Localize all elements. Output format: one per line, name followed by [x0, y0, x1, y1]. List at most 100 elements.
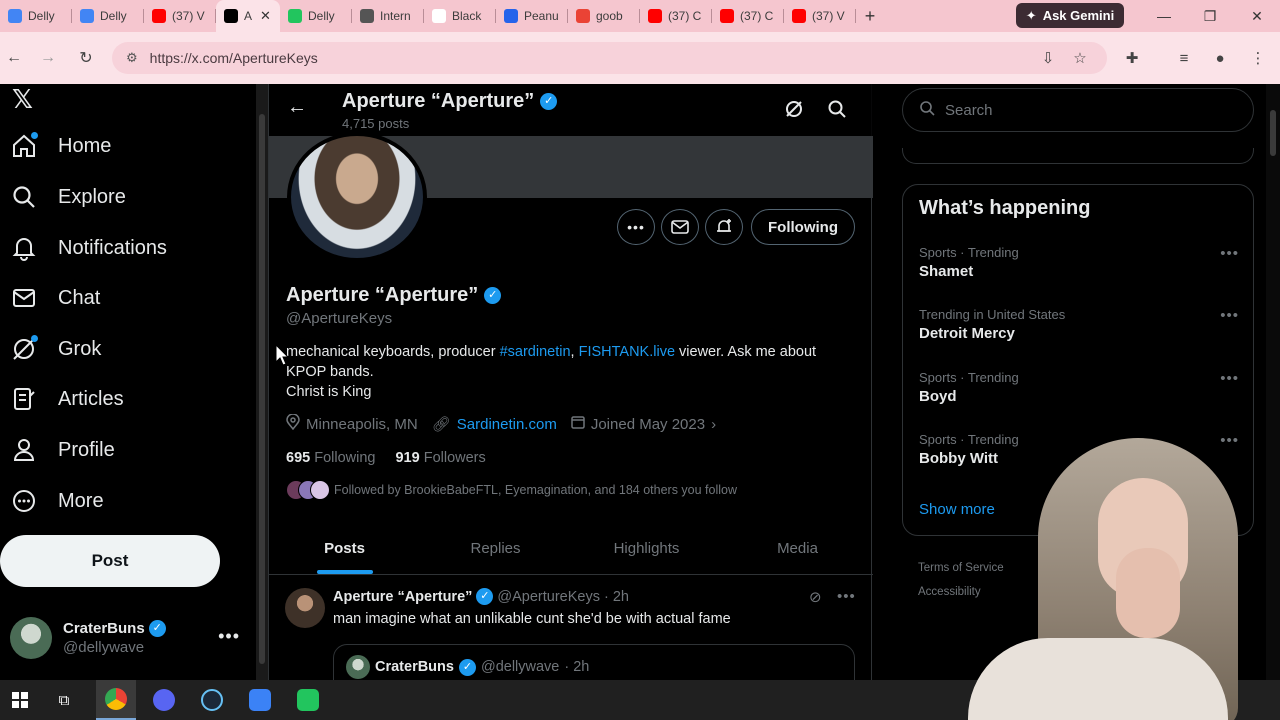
back-arrow-icon[interactable]: ←	[287, 96, 307, 119]
gemini-icon: ✦	[1025, 7, 1037, 23]
browser-tab[interactable]: (37) C	[712, 0, 784, 32]
more-dots-icon[interactable]: •••	[1220, 245, 1239, 262]
browser-tab[interactable]: Peanu	[496, 0, 568, 32]
sidebar-item-articles[interactable]: Articles	[10, 377, 124, 421]
browser-tab[interactable]: Delly	[72, 0, 144, 32]
verified-badge-icon: ✓	[484, 287, 502, 304]
site-settings-icon[interactable]: ⚙	[126, 50, 138, 66]
search-icon[interactable]	[826, 98, 848, 120]
browser-tab[interactable]: A ✕	[216, 0, 280, 32]
following-button[interactable]: Following	[751, 209, 855, 245]
notify-bell-icon[interactable]	[705, 209, 743, 245]
browser-tab[interactable]: (37) V	[144, 0, 216, 32]
grok-icon[interactable]: ⊘	[809, 588, 822, 606]
extensions-icon[interactable]: ✚	[1120, 46, 1144, 70]
tab-media[interactable]: Media	[722, 522, 873, 574]
tweet-time[interactable]: · 2h	[604, 589, 629, 605]
trend-context: Trending in United States	[919, 307, 1066, 322]
browser-tab[interactable]: Delly	[0, 0, 72, 32]
hashtag-link[interactable]: #sardinetin	[500, 344, 571, 360]
forward-icon[interactable]: →	[36, 46, 60, 70]
sidebar-item-more[interactable]: More	[10, 479, 104, 523]
fishtank-link[interactable]: FISHTANK.live	[579, 344, 675, 360]
browser-tab[interactable]: goob	[568, 0, 640, 32]
steam-taskbar-icon[interactable]	[192, 680, 232, 720]
more-dots-icon[interactable]: •••	[1220, 307, 1239, 324]
more-options-icon[interactable]: •••	[617, 209, 655, 245]
trend-item[interactable]: Sports · Trending Boyd •••	[919, 370, 1239, 405]
website-link[interactable]: Sardinetin.com	[457, 416, 557, 433]
tweet[interactable]: Aperture “Aperture” ✓ @ApertureKeys · 2h…	[269, 576, 873, 680]
address-bar[interactable]: ⚙ https://x.com/ApertureKeys	[112, 42, 1107, 74]
tweet-author-name[interactable]: Aperture “Aperture”	[333, 589, 472, 605]
close-tab-icon[interactable]: ✕	[260, 8, 271, 24]
account-handle: @dellywave	[63, 639, 145, 656]
media-controls-icon[interactable]: ≡	[1172, 46, 1196, 70]
profile-bio: mechanical keyboards, producer #sardinet…	[286, 344, 817, 400]
tab-label: Peanu	[524, 9, 559, 23]
tab-posts[interactable]: Posts	[269, 522, 420, 574]
ask-gemini-button[interactable]: ✦ Ask Gemini	[1016, 3, 1124, 28]
tab-label: Delly	[28, 9, 55, 23]
tweet-handle[interactable]: @ApertureKeys	[497, 589, 600, 605]
sidebar-item-grok[interactable]: Grok	[10, 327, 101, 371]
following-stat[interactable]: 695 Following	[286, 450, 375, 466]
followers-stat[interactable]: 919 Followers	[395, 450, 485, 466]
restore-button[interactable]: ❐	[1187, 0, 1233, 32]
message-icon[interactable]	[661, 209, 699, 245]
browser-tab[interactable]: (37) V	[784, 0, 856, 32]
post-button[interactable]: Post	[0, 535, 220, 587]
quoted-tweet[interactable]: CraterBuns ✓ @dellywave · 2h	[333, 644, 855, 680]
sidebar-item-profile[interactable]: Profile	[10, 428, 115, 472]
task-view-icon[interactable]: ⧉	[44, 680, 84, 720]
x-logo-icon[interactable]: 𝕏	[12, 84, 33, 115]
verified-badge-icon: ✓	[148, 620, 166, 637]
trend-topic: Boyd	[919, 388, 957, 405]
browser-menu-icon[interactable]: ⋮	[1246, 46, 1270, 70]
browser-tab[interactable]: (37) C	[640, 0, 712, 32]
install-app-icon[interactable]: ⇩	[1036, 46, 1060, 70]
grok-icon[interactable]	[783, 98, 805, 120]
app-taskbar-icon[interactable]	[240, 680, 280, 720]
divider	[902, 148, 1254, 164]
reload-icon[interactable]: ↻	[74, 46, 98, 70]
webcam-overlay	[928, 438, 1280, 720]
profile-avatar[interactable]	[287, 132, 427, 262]
link-icon: 🔗︎	[431, 416, 451, 433]
trend-item[interactable]: Trending in United States Detroit Mercy ••…	[919, 307, 1239, 342]
sidebar-item-explore[interactable]: Explore	[10, 175, 126, 219]
tab-replies[interactable]: Replies	[420, 522, 571, 574]
obs-taskbar-icon[interactable]	[288, 680, 328, 720]
close-window-button[interactable]: ✕	[1234, 0, 1280, 32]
chevron-right-icon[interactable]: ›	[711, 416, 716, 433]
browser-tab[interactable]: Intern	[352, 0, 424, 32]
profile-handle: @ApertureKeys	[286, 310, 393, 327]
search-input[interactable]: Search	[902, 88, 1254, 132]
more-dots-icon[interactable]: •••	[218, 626, 240, 647]
more-dots-icon[interactable]: •••	[1220, 370, 1239, 387]
sidebar-item-chat[interactable]: Chat	[10, 276, 100, 320]
minimize-button[interactable]: —	[1141, 0, 1187, 32]
windows-start-icon[interactable]	[0, 680, 40, 720]
followed-by[interactable]: Followed by BrookieBabeFTL, Eyemaginatio…	[286, 480, 737, 500]
discord-taskbar-icon[interactable]	[144, 680, 184, 720]
sidebar-scrollbar[interactable]	[256, 84, 268, 680]
sidebar-item-label: More	[58, 489, 104, 512]
more-dots-icon[interactable]: •••	[837, 588, 856, 605]
profile-avatar-icon[interactable]: ●	[1208, 46, 1232, 70]
back-icon[interactable]: ←	[2, 46, 26, 70]
chrome-taskbar-icon[interactable]	[96, 680, 136, 720]
avatar[interactable]	[285, 588, 325, 628]
trend-item[interactable]: Sports · Trending Shamet •••	[919, 245, 1239, 280]
tab-highlights[interactable]: Highlights	[571, 522, 722, 574]
sidebar-item-notifications[interactable]: Notifications	[10, 226, 167, 270]
quote-handle: @dellywave	[480, 659, 560, 675]
account-switcher[interactable]: CraterBuns ✓ @dellywave •••	[10, 616, 240, 660]
sidebar-item-home[interactable]: Home	[10, 124, 111, 168]
trend-context: Sports · Trending	[919, 245, 1019, 260]
browser-tab[interactable]: Black	[424, 0, 496, 32]
tab-label: Black	[452, 9, 482, 23]
browser-tab[interactable]: Delly	[280, 0, 352, 32]
new-tab-button[interactable]: +	[856, 6, 884, 27]
bookmark-star-icon[interactable]: ☆	[1068, 46, 1092, 70]
